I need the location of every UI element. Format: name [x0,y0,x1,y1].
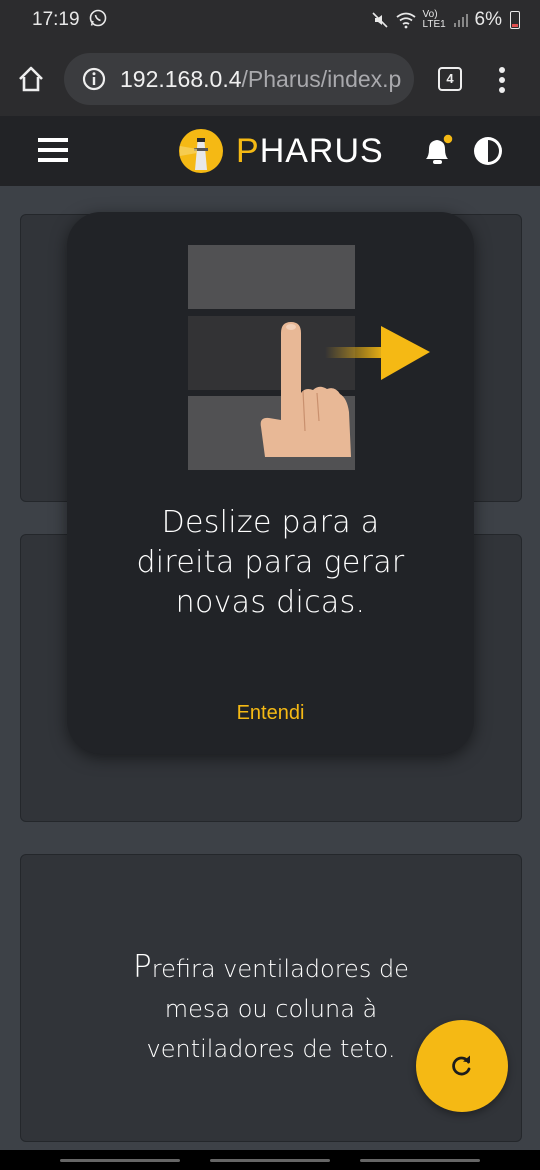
pharus-logo[interactable]: PHARUS [178,128,384,174]
nav-handle[interactable] [60,1159,180,1162]
status-time: 17:19 [32,9,80,30]
status-icons: Vo) LTE1 6% [371,9,520,31]
home-icon[interactable] [16,64,46,94]
arrow-right-icon [381,326,430,380]
lighthouse-icon [179,129,223,173]
notification-bell-icon[interactable] [420,132,456,168]
tip-first-letter: P [133,949,152,985]
url-host: 192.168.0.4 [120,66,242,92]
whatsapp-icon [89,9,107,27]
modal-message: Deslize para a direita para gerar novas … [67,503,474,623]
got-it-button[interactable]: Entendi [67,702,474,725]
refresh-icon [452,1055,471,1076]
modal-message-line: direita para gerar [136,545,405,580]
arrow-trail [325,347,387,358]
address-bar[interactable]: 192.168.0.4/Pharus/index.p [64,53,414,105]
tip-line: refira ventiladores de [151,955,409,983]
nav-handle[interactable] [360,1159,480,1162]
contrast-toggle-icon[interactable] [472,135,504,167]
battery-percent: 6% [474,9,502,30]
refresh-tip-button[interactable] [416,1020,508,1112]
more-options-icon[interactable] [494,66,510,94]
illustration-card [188,245,355,309]
modal-message-line: Deslize para a [161,505,380,540]
system-navigation-bar [0,1150,540,1170]
mute-icon [371,12,388,28]
nav-handle[interactable] [210,1159,330,1162]
tab-switcher-button[interactable]: 4 [438,67,462,91]
info-icon[interactable] [82,67,106,91]
logo-initial: P [236,131,260,170]
app-header: PHARUS [0,116,540,186]
swipe-hint-modal: Deslize para a direita para gerar novas … [67,212,474,754]
swipe-gesture-illustration [188,245,430,470]
status-bar: 17:19 Vo) LTE1 6% [0,0,540,40]
network-label: Vo) LTE1 [422,9,446,30]
wifi-icon [395,12,416,29]
url-path: /Pharus/index.p [241,66,402,92]
modal-message-line: novas dicas. [175,585,366,620]
logo-rest: HARUS [259,131,384,170]
logo-text: PHARUS [236,132,384,171]
signal-icon [453,14,468,27]
hamburger-menu-icon[interactable] [38,137,68,163]
url-text[interactable]: 192.168.0.4/Pharus/index.p [120,66,401,93]
battery-icon [510,11,520,29]
browser-toolbar: 192.168.0.4/Pharus/index.p 4 [0,40,540,116]
